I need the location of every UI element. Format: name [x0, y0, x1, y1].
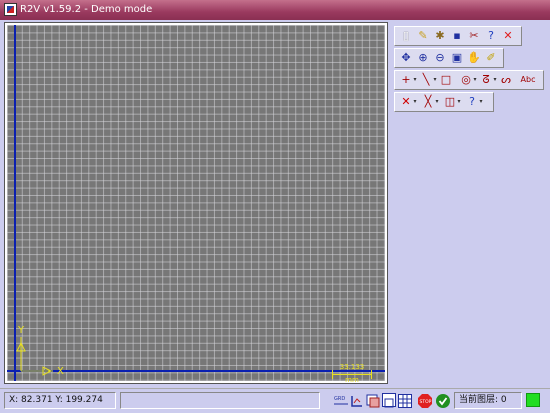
cursor-coordinates: X: 82.371 Y: 199.274: [4, 392, 116, 409]
map-canvas-frame: Y X 33.133 mm: [4, 22, 388, 384]
zoom-window-icon[interactable]: ▣: [450, 51, 464, 65]
edit-toolbar: ✕ ▾ ╳ ▾ ◫ ▾? ▾: [394, 92, 494, 112]
title-bar: R2V v1.59.2 - Demo mode: [0, 0, 550, 20]
page-view-icon[interactable]: [382, 393, 396, 408]
snap-grid-icon[interactable]: GRD: [334, 393, 348, 407]
zoom-in-icon[interactable]: ⊕: [416, 51, 430, 65]
point-tool-icon[interactable]: +: [399, 73, 413, 87]
text-tool-icon[interactable]: Abc: [519, 73, 537, 87]
pan-icon[interactable]: ✥: [399, 51, 413, 65]
hand-icon[interactable]: ✋: [467, 51, 481, 65]
save-icon[interactable]: ▪: [450, 29, 464, 43]
status-indicator: [526, 393, 540, 407]
confirm-icon[interactable]: [436, 393, 450, 408]
query-icon[interactable]: ?: [465, 95, 479, 109]
chevron-down-icon[interactable]: ▾: [434, 95, 440, 109]
ortho-mode-icon[interactable]: [350, 393, 364, 407]
tool-palette: ▯ ✎ ✱ ▪ ✂? ✕ ✥ ⊕ ⊖ ▣ ✋ ✐ + ▾ ╲ ▾ □ ◎ ▾ ᘔ ▾ ᔕ Abc ✕ ▾ ╳ ▾ ◫ ▾? ▾: [394, 26, 544, 114]
scale-unit: mm: [345, 376, 359, 384]
view-toolbar: ✥ ⊕ ⊖ ▣ ✋ ✐: [394, 48, 504, 68]
help-icon[interactable]: ?: [484, 29, 498, 43]
cut-icon[interactable]: ╳: [421, 95, 435, 109]
settings-icon[interactable]: ✱: [433, 29, 447, 43]
chevron-down-icon[interactable]: ▾: [456, 95, 462, 109]
polyline-tool-icon[interactable]: ᘔ: [479, 73, 493, 87]
chevron-down-icon[interactable]: ▾: [412, 95, 418, 109]
chevron-down-icon[interactable]: ▾: [492, 73, 498, 87]
brush-icon[interactable]: ✐: [484, 51, 498, 65]
rect-tool-icon[interactable]: □: [439, 73, 453, 87]
chevron-down-icon[interactable]: ▾: [472, 73, 478, 87]
circle-tool-icon[interactable]: ◎: [459, 73, 473, 87]
file-toolbar: ▯ ✎ ✱ ▪ ✂? ✕: [394, 26, 522, 46]
chevron-down-icon[interactable]: ▾: [478, 95, 484, 109]
open-file-icon[interactable]: ✎: [416, 29, 430, 43]
status-message-panel: [120, 392, 320, 409]
close-icon[interactable]: ✕: [501, 29, 515, 43]
scale-bar: 33.133 mm: [332, 363, 372, 384]
chevron-down-icon[interactable]: ▾: [412, 73, 418, 87]
svg-text:STOP: STOP: [420, 399, 432, 405]
chevron-down-icon[interactable]: ▾: [432, 73, 438, 87]
app-logo-icon: [4, 3, 17, 16]
tools-icon[interactable]: ✂: [467, 29, 481, 43]
layer-manager-icon[interactable]: [366, 393, 380, 408]
grid-toggle-icon[interactable]: [398, 393, 412, 408]
delete-icon[interactable]: ✕: [399, 95, 413, 109]
svg-text:GRD: GRD: [334, 396, 345, 402]
status-bar: X: 82.371 Y: 199.274 GRD STOP 当前图层: 0: [0, 388, 550, 413]
drawing-canvas[interactable]: Y X 33.133 mm: [7, 25, 385, 384]
ucs-icon: [16, 337, 53, 376]
line-tool-icon[interactable]: ╲: [419, 73, 433, 87]
draw-toolbar: + ▾ ╲ ▾ □ ◎ ▾ ᘔ ▾ ᔕ Abc: [394, 70, 544, 90]
curve-tool-icon[interactable]: ᔕ: [499, 73, 513, 87]
scale-value: 33.133: [339, 363, 365, 371]
ucs-y-label: Y: [18, 325, 25, 336]
current-layer-label: 当前图层: 0: [454, 392, 522, 409]
window-title: R2V v1.59.2 - Demo mode: [20, 4, 153, 15]
zoom-out-icon[interactable]: ⊖: [433, 51, 447, 65]
edit-node-icon[interactable]: ◫: [443, 95, 457, 109]
ucs-x-label: X: [57, 366, 64, 377]
stop-icon[interactable]: STOP: [418, 393, 432, 408]
new-file-icon[interactable]: ▯: [399, 29, 413, 43]
